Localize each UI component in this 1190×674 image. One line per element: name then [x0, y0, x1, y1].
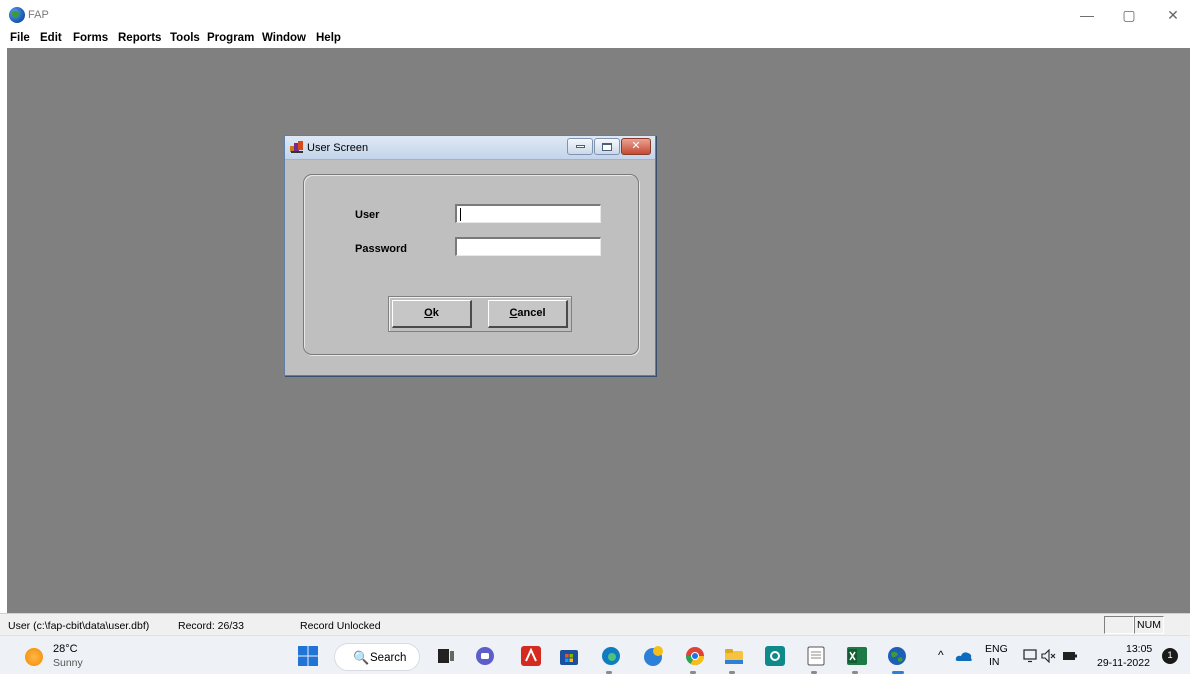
dialog-minimize-button[interactable] — [567, 138, 593, 155]
chrome-icon[interactable] — [684, 645, 706, 667]
user-input[interactable] — [455, 204, 601, 223]
status-num: NUM — [1134, 616, 1164, 634]
speaker-muted-icon[interactable] — [1041, 649, 1057, 663]
user-screen-dialog: User Screen ✕ User Password Ok Cancel — [284, 135, 656, 376]
status-file: User (c:\fap-cbit\data\user.dbf) — [8, 620, 150, 632]
battery-icon[interactable] — [1062, 650, 1078, 662]
notepad-icon[interactable] — [805, 645, 827, 667]
ok-button[interactable]: Ok — [392, 300, 472, 328]
menu-reports[interactable]: Reports — [118, 32, 161, 44]
weather-desc[interactable]: Sunny — [53, 657, 83, 669]
dialog-app-icon — [290, 141, 303, 153]
network-icon[interactable] — [1023, 649, 1037, 663]
fap-app-icon[interactable] — [886, 645, 908, 667]
file-explorer-icon[interactable] — [723, 645, 745, 667]
search-icon: 🔍 — [353, 650, 370, 665]
dialog-title: User Screen — [307, 142, 369, 154]
excel-icon[interactable] — [846, 645, 868, 667]
menu-edit[interactable]: Edit — [40, 32, 62, 44]
acrobat-icon[interactable] — [520, 645, 542, 667]
dialog-close-button[interactable]: ✕ — [621, 138, 651, 155]
weather-temp[interactable]: 28°C — [53, 643, 78, 655]
tray-overflow-chevron[interactable]: ^ — [938, 648, 944, 662]
camera-app-icon[interactable] — [764, 645, 786, 667]
menu-tools[interactable]: Tools — [170, 32, 200, 44]
login-panel: User Password Ok Cancel — [303, 174, 639, 355]
status-bar: User (c:\fap-cbit\data\user.dbf) Record:… — [0, 613, 1190, 635]
clock-time[interactable]: 13:05 — [1126, 643, 1152, 655]
menu-program[interactable]: Program — [207, 32, 254, 44]
minimize-window-button[interactable]: — — [1072, 5, 1102, 25]
text-caret — [460, 208, 461, 221]
onedrive-icon[interactable] — [955, 650, 973, 662]
language-top[interactable]: ENG — [985, 643, 1008, 655]
app-title: FAP — [28, 9, 49, 21]
user-label: User — [355, 209, 380, 221]
weather-sun-icon[interactable] — [25, 648, 43, 666]
status-lock: Record Unlocked — [300, 620, 381, 632]
menu-help[interactable]: Help — [316, 32, 341, 44]
taskbar-search[interactable]: 🔍 Search — [334, 643, 420, 671]
globe-app-icon — [9, 7, 25, 23]
button-group: Ok Cancel — [388, 296, 572, 332]
notification-badge[interactable]: 1 — [1162, 648, 1178, 664]
maximize-icon — [602, 142, 612, 151]
status-empty-pane — [1104, 616, 1134, 634]
edge-beta-icon[interactable] — [642, 645, 664, 667]
edge-icon[interactable] — [600, 645, 622, 667]
teams-chat-icon[interactable] — [474, 645, 496, 667]
password-label: Password — [355, 243, 407, 255]
status-record: Record: 26/33 — [178, 620, 244, 632]
windows-start-icon[interactable] — [297, 645, 319, 667]
dialog-maximize-button[interactable] — [594, 138, 620, 155]
menu-file[interactable]: File — [10, 32, 30, 44]
menu-forms[interactable]: Forms — [73, 32, 108, 44]
cancel-button[interactable]: Cancel — [488, 300, 568, 328]
search-label: Search — [370, 652, 407, 664]
store-icon[interactable] — [558, 645, 580, 667]
close-icon: ✕ — [631, 140, 641, 152]
task-view-icon[interactable] — [435, 645, 457, 667]
dialog-titlebar[interactable]: User Screen ✕ — [285, 136, 655, 160]
close-window-button[interactable]: ✕ — [1158, 5, 1188, 25]
minimize-icon — [575, 145, 585, 148]
password-input[interactable] — [455, 237, 601, 256]
app-titlebar: FAP — ▢ ✕ — [0, 0, 1190, 30]
menu-window[interactable]: Window — [262, 32, 306, 44]
menu-bar: File Edit Forms Reports Tools Program Wi… — [0, 30, 1190, 48]
clock-date[interactable]: 29-11-2022 — [1097, 657, 1150, 669]
windows-taskbar: 28°C Sunny 🔍 Search ^ ENG IN 13:05 29-11… — [0, 635, 1190, 674]
language-bottom[interactable]: IN — [989, 656, 1000, 668]
restore-window-button[interactable]: ▢ — [1114, 5, 1144, 25]
